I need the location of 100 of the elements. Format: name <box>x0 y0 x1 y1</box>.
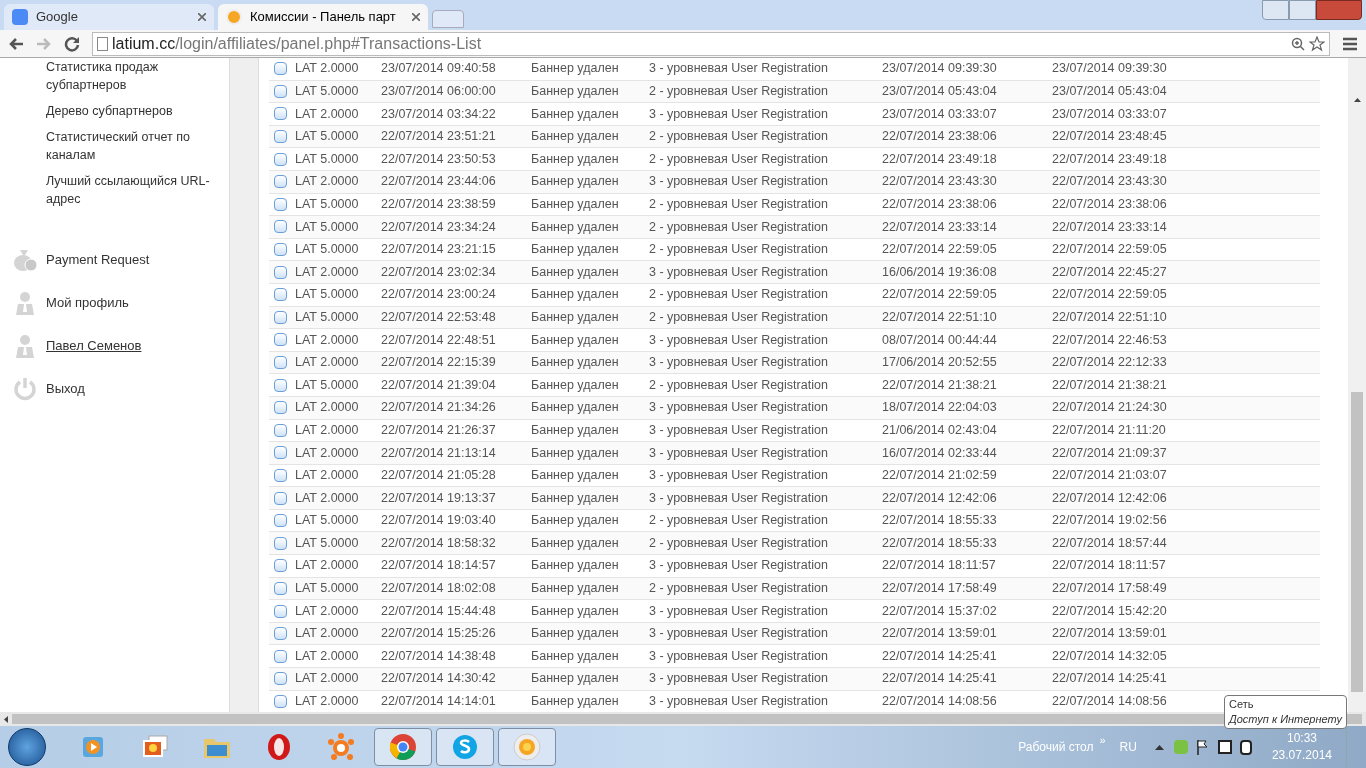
scroll-left-icon[interactable] <box>4 715 8 723</box>
table-cell-text: 22/07/2014 23:38:06 <box>882 128 998 146</box>
table-cell-text: 3 - уровневая User Registration <box>649 602 829 620</box>
new-tab-button[interactable] <box>432 10 464 28</box>
table-cell-text: 22/07/2014 18:14:57 <box>381 557 497 575</box>
minimize-button[interactable] <box>1262 0 1289 20</box>
table-cell-text: 22/07/2014 23:43:30 <box>1052 173 1168 191</box>
taskbar-app[interactable] <box>436 728 494 766</box>
table-cell-text: 22/07/2014 14:25:41 <box>882 670 998 688</box>
table-cell-text: Баннер удален <box>531 286 620 304</box>
taskbar-app[interactable] <box>498 728 556 766</box>
table-cell-text: 22/07/2014 15:37:02 <box>882 602 998 620</box>
forward-icon[interactable] <box>36 36 52 51</box>
menu-icon[interactable] <box>1342 36 1358 51</box>
table-cell-text: 22/07/2014 22:53:48 <box>381 308 497 326</box>
table-cell-text: 22/07/2014 12:42:06 <box>1052 489 1168 507</box>
table-cell-text: 2 - уровневая User Registration <box>649 218 829 236</box>
sidebar-item[interactable]: Выход <box>46 379 85 399</box>
sidebar-item[interactable]: Павел Семенов <box>46 336 142 356</box>
vertical-scrollbar[interactable] <box>1348 58 1366 712</box>
document-icon <box>274 175 287 189</box>
table-cell-text: 22/07/2014 21:24:30 <box>1052 399 1168 417</box>
table-cell-text: Баннер удален <box>531 444 620 462</box>
table-cell-text: 22/07/2014 19:02:56 <box>1052 512 1168 530</box>
table-cell-text: Баннер удален <box>531 331 620 349</box>
sidebar-link[interactable]: Дерево субпартнеров <box>46 102 211 120</box>
document-icon <box>274 288 287 302</box>
table-cell-text: LAT 5.0000 <box>295 580 360 598</box>
table-cell-text: 22/07/2014 21:13:14 <box>381 444 497 462</box>
scrollbar-thumb[interactable] <box>12 714 1362 724</box>
document-icon <box>274 243 287 257</box>
maximize-button[interactable] <box>1289 0 1316 20</box>
table-cell-text: 22/07/2014 15:42:20 <box>1052 602 1168 620</box>
table-cell-text: 2 - уровневая User Registration <box>649 512 829 530</box>
table-cell-text: LAT 5.0000 <box>295 83 360 100</box>
table-cell-text: Баннер удален <box>531 83 620 100</box>
table-cell-text: LAT 2.0000 <box>295 467 360 485</box>
table-cell-text: 3 - уровневая User Registration <box>649 693 829 711</box>
table-cell-text: 22/07/2014 12:42:06 <box>882 489 998 507</box>
document-icon <box>274 491 287 505</box>
back-icon[interactable] <box>8 36 24 51</box>
sidebar-link[interactable]: Статистика продаж субпартнеров <box>46 58 211 94</box>
sidebar-link[interactable]: Статистический отчет по каналам <box>46 128 211 164</box>
table-cell-text: Баннер удален <box>531 421 620 439</box>
document-icon <box>274 559 287 573</box>
start-button[interactable] <box>8 728 46 766</box>
document-icon <box>274 581 287 595</box>
table-cell-text: Баннер удален <box>531 467 620 485</box>
table-cell-text: 22/07/2014 18:55:33 <box>882 534 998 552</box>
table-cell-text: LAT 5.0000 <box>295 512 360 530</box>
table-cell-text: LAT 5.0000 <box>295 376 360 394</box>
table-cell-text: LAT 5.0000 <box>295 241 360 259</box>
table-cell-text: 2 - уровневая User Registration <box>649 286 829 304</box>
table-cell-text: 23/07/2014 05:43:04 <box>1052 83 1168 100</box>
horizontal-scrollbar[interactable] <box>0 712 1366 726</box>
table-cell-text: Баннер удален <box>531 60 620 78</box>
table-cell-text: 22/07/2014 23:38:06 <box>882 196 998 213</box>
sidebar-item[interactable]: Мой профиль <box>46 293 129 313</box>
table-cell-text: LAT 2.0000 <box>295 263 360 281</box>
tray-expand-icon[interactable] <box>1154 744 1164 750</box>
scrollbar-thumb[interactable] <box>1351 392 1363 692</box>
document-icon <box>274 62 287 76</box>
browser-tab[interactable]: Google <box>4 4 214 30</box>
zoom-icon[interactable] <box>1291 36 1305 51</box>
table-cell-text: 22/07/2014 23:00:24 <box>381 286 497 304</box>
document-icon <box>274 627 287 641</box>
document-icon <box>274 401 287 415</box>
table-cell-text: Баннер удален <box>531 128 620 146</box>
table-cell-text: 23/07/2014 03:33:07 <box>882 105 998 123</box>
person-icon <box>15 334 35 358</box>
table-cell-text: 2 - уровневая User Registration <box>649 241 829 259</box>
table-cell-text: LAT 2.0000 <box>295 557 360 575</box>
table-cell-text: 16/06/2014 19:36:08 <box>882 263 998 281</box>
close-icon[interactable] <box>412 13 420 21</box>
close-icon[interactable] <box>198 13 206 21</box>
sidebar-link[interactable]: Лучший ссылающийся URL-адрес <box>46 172 211 208</box>
sidebar-item[interactable]: Payment Request <box>46 250 150 270</box>
document-icon <box>274 107 287 121</box>
table-cell-text: 3 - уровневая User Registration <box>649 489 829 507</box>
table-cell-text: Баннер удален <box>531 173 620 191</box>
reload-icon[interactable] <box>64 35 80 52</box>
table-cell-text: LAT 5.0000 <box>295 218 360 236</box>
table-cell-text: 2 - уровневая User Registration <box>649 83 829 100</box>
table-cell-text: 22/07/2014 14:32:05 <box>1052 647 1168 665</box>
table-cell-text: 3 - уровневая User Registration <box>649 331 829 349</box>
flag-icon[interactable] <box>1195 739 1210 755</box>
table-cell-text: 22/07/2014 14:08:56 <box>1052 693 1168 711</box>
address-bar[interactable]: latium.cc/login/affiliates/panel.php#Transactions-List <box>92 31 1330 56</box>
table-cell-text: 2 - уровневая User Registration <box>649 376 829 394</box>
table-cell-text: Баннер удален <box>531 218 620 236</box>
close-window-button[interactable] <box>1316 0 1362 20</box>
document-icon <box>274 378 287 392</box>
scroll-up-icon[interactable] <box>1353 98 1361 102</box>
table-cell-text: 22/07/2014 23:49:18 <box>882 150 998 168</box>
browser-tab[interactable]: Комиссии - Панель парт <box>218 4 428 30</box>
document-icon <box>274 130 287 144</box>
taskbar-app[interactable] <box>374 728 432 766</box>
table-cell-text: 22/07/2014 18:57:44 <box>1052 534 1168 552</box>
table-cell-text: 18/07/2014 22:04:03 <box>882 399 998 417</box>
star-icon[interactable] <box>1309 35 1325 52</box>
